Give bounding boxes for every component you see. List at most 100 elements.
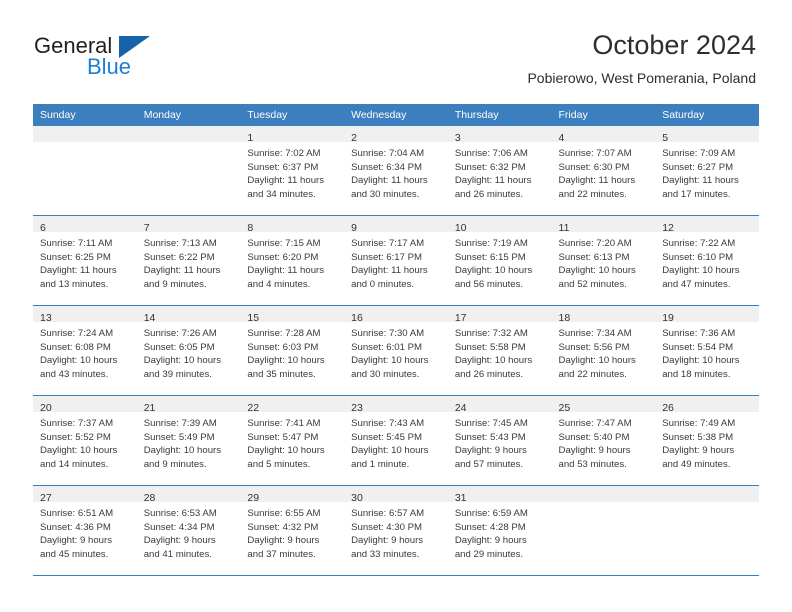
calendar-day-cell[interactable]: 25 Sunrise: 7:47 AM Sunset: 5:40 PM Dayligh… [551, 395, 656, 486]
sunset-text: Sunset: 6:01 PM [351, 341, 423, 353]
calendar-day-cell[interactable]: 27 Sunrise: 6:51 AM Sunset: 4:36 PM Dayligh… [33, 485, 137, 576]
day-number: 12 [662, 222, 674, 234]
sunset-text: Sunset: 6:32 PM [454, 161, 526, 173]
daylight-text-line2: and 5 minutes. [247, 458, 311, 470]
calendar-day-cell[interactable]: 1 Sunrise: 7:02 AM Sunset: 6:37 PM Daylight… [240, 126, 345, 216]
calendar-day-cell[interactable]: 5 Sunrise: 7:09 AM Sunset: 6:27 PM Daylight… [655, 126, 759, 216]
day-number-bar [551, 486, 656, 502]
day-number: 13 [40, 312, 52, 324]
calendar-day-cell[interactable]: 17 Sunrise: 7:32 AM Sunset: 5:58 PM Dayligh… [447, 305, 552, 396]
weekday-header-row: Sunday Monday Tuesday Wednesday Thursday Frid… [33, 104, 759, 126]
day-number: 18 [558, 312, 571, 324]
day-number: 4 [558, 132, 565, 144]
calendar-day-cell[interactable]: 30 Sunrise: 6:57 AM Sunset: 4:30 PM Dayligh… [344, 485, 448, 576]
calendar-day-cell[interactable]: 19 Sunrise: 7:36 AM Sunset: 5:54 PM Dayligh… [655, 305, 759, 396]
daylight-text-line2: and 33 minutes. [351, 548, 420, 560]
day-number-bar: 17 [447, 306, 552, 324]
daylight-text-line2: and 30 minutes. [351, 368, 420, 380]
calendar-grid: Sunday Monday Tuesday Wednesday Thursday Frid… [33, 104, 759, 576]
daylight-text-line1: Daylight: 10 hours [662, 265, 740, 277]
day-details: Sunrise: 7:09 AM Sunset: 6:27 PM Daylight:… [655, 142, 759, 201]
calendar-day-cell[interactable]: 20 Sunrise: 7:37 AM Sunset: 5:52 PM Dayligh… [33, 395, 137, 486]
calendar-day-cell[interactable]: 6 Sunrise: 7:11 AM Sunset: 6:25 PM Daylight… [33, 215, 137, 306]
daylight-text-line1: Daylight: 11 hours [662, 175, 739, 187]
sunset-text: Sunset: 6:03 PM [247, 341, 319, 353]
sunset-text: Sunset: 5:56 PM [558, 341, 630, 353]
sunset-text: Sunset: 4:32 PM [247, 521, 319, 533]
day-number-bar [136, 126, 241, 142]
calendar-cell-empty [655, 485, 759, 576]
daylight-text-line1: Daylight: 10 hours [558, 355, 636, 367]
calendar-day-cell[interactable]: 28 Sunrise: 6:53 AM Sunset: 4:34 PM Dayligh… [136, 485, 241, 576]
calendar-page: General Blue October 2024 Pobierowo, Wes… [0, 0, 792, 612]
page-header: General Blue October 2024 Pobierowo, Wes… [0, 0, 792, 100]
day-number: 17 [454, 312, 467, 324]
daylight-text-line1: Daylight: 11 hours [558, 175, 636, 187]
calendar-day-cell[interactable]: 10 Sunrise: 7:19 AM Sunset: 6:15 PM Dayligh… [447, 215, 552, 306]
calendar-day-cell[interactable]: 23 Sunrise: 7:43 AM Sunset: 5:45 PM Dayligh… [344, 395, 448, 486]
sunrise-text: Sunrise: 7:36 AM [662, 328, 736, 339]
daylight-text-line2: and 37 minutes. [247, 548, 316, 560]
sunset-text: Sunset: 5:54 PM [662, 341, 734, 353]
day-details: Sunrise: 7:47 AM Sunset: 5:40 PM Daylight:… [552, 412, 656, 471]
weekday-header-tuesday: Tuesday [240, 104, 345, 126]
day-number-bar: 1 [240, 126, 345, 144]
day-number-bar: 21 [136, 396, 241, 414]
calendar-day-cell[interactable]: 22 Sunrise: 7:41 AM Sunset: 5:47 PM Dayligh… [240, 395, 345, 486]
calendar-week-row: 6 Sunrise: 7:11 AM Sunset: 6:25 PM Daylight… [33, 215, 759, 306]
calendar-day-cell[interactable]: 21 Sunrise: 7:39 AM Sunset: 5:49 PM Dayligh… [136, 395, 241, 486]
sunrise-text: Sunrise: 7:24 AM [40, 328, 114, 339]
sunset-text: Sunset: 4:36 PM [40, 521, 111, 533]
calendar-day-cell[interactable]: 11 Sunrise: 7:20 AM Sunset: 6:13 PM Dayligh… [551, 215, 656, 306]
page-subtitle: Pobierowo, West Pomerania, Poland [527, 70, 756, 86]
daylight-text-line1: Daylight: 10 hours [247, 355, 325, 367]
calendar-day-cell[interactable]: 12 Sunrise: 7:22 AM Sunset: 6:10 PM Dayligh… [655, 215, 759, 306]
day-number: 22 [247, 402, 260, 414]
calendar-day-cell[interactable]: 14 Sunrise: 7:26 AM Sunset: 6:05 PM Dayligh… [136, 305, 241, 396]
calendar-week-row: 13 Sunrise: 7:24 AM Sunset: 6:08 PM Dayligh… [33, 305, 759, 396]
sunset-text: Sunset: 5:58 PM [454, 341, 526, 353]
day-number-bar: 16 [344, 306, 448, 324]
day-details: Sunrise: 7:45 AM Sunset: 5:43 PM Daylight:… [448, 412, 552, 471]
daylight-text-line1: Daylight: 10 hours [247, 445, 325, 457]
calendar-day-cell[interactable]: 2 Sunrise: 7:04 AM Sunset: 6:34 PM Daylight… [344, 126, 448, 216]
day-number-bar: 13 [33, 306, 137, 324]
daylight-text-line1: Daylight: 9 hours [662, 445, 735, 457]
calendar-day-cell[interactable]: 16 Sunrise: 7:30 AM Sunset: 6:01 PM Dayligh… [344, 305, 448, 396]
day-number: 24 [454, 402, 467, 414]
calendar-day-cell[interactable]: 3 Sunrise: 7:06 AM Sunset: 6:32 PM Daylight… [447, 126, 552, 216]
daylight-text-line1: Daylight: 11 hours [40, 265, 117, 277]
generalblue-logo: General Blue [34, 34, 214, 86]
sunrise-text: Sunrise: 7:26 AM [143, 328, 217, 339]
daylight-text-line1: Daylight: 10 hours [143, 445, 222, 457]
sunrise-text: Sunrise: 6:51 AM [40, 508, 114, 519]
daylight-text-line1: Daylight: 10 hours [143, 355, 222, 367]
day-number-bar: 25 [551, 396, 656, 414]
sunrise-text: Sunrise: 6:59 AM [454, 508, 528, 519]
daylight-text-line1: Daylight: 9 hours [247, 535, 320, 547]
calendar-day-cell[interactable]: 24 Sunrise: 7:45 AM Sunset: 5:43 PM Dayligh… [447, 395, 552, 486]
sunrise-text: Sunrise: 6:53 AM [143, 508, 217, 519]
calendar-day-cell[interactable]: 26 Sunrise: 7:49 AM Sunset: 5:38 PM Dayligh… [655, 395, 759, 486]
day-details: Sunrise: 7:43 AM Sunset: 5:45 PM Daylight:… [344, 412, 448, 471]
day-details: Sunrise: 6:51 AM Sunset: 4:36 PM Daylight:… [33, 502, 137, 561]
daylight-text-line1: Daylight: 9 hours [143, 535, 216, 547]
calendar-day-cell[interactable]: 15 Sunrise: 7:28 AM Sunset: 6:03 PM Dayligh… [240, 305, 345, 396]
daylight-text-line2: and 26 minutes. [454, 188, 524, 200]
calendar-day-cell[interactable]: 31 Sunrise: 6:59 AM Sunset: 4:28 PM Dayligh… [447, 485, 552, 576]
calendar-day-cell[interactable]: 7 Sunrise: 7:13 AM Sunset: 6:22 PM Daylight… [136, 215, 241, 306]
calendar-day-cell[interactable]: 9 Sunrise: 7:17 AM Sunset: 6:17 PM Daylight… [344, 215, 448, 306]
calendar-day-cell[interactable]: 4 Sunrise: 7:07 AM Sunset: 6:30 PM Daylight… [551, 126, 656, 216]
daylight-text-line2: and 9 minutes. [143, 278, 207, 290]
day-number-bar: 2 [344, 126, 448, 144]
sunrise-text: Sunrise: 7:20 AM [558, 238, 632, 249]
sunrise-text: Sunrise: 7:49 AM [662, 418, 736, 429]
calendar-day-cell[interactable]: 29 Sunrise: 6:55 AM Sunset: 4:32 PM Dayligh… [240, 485, 345, 576]
sunrise-text: Sunrise: 7:15 AM [247, 238, 321, 249]
calendar-header-row: Sunday Monday Tuesday Wednesday Thursday Frid… [33, 104, 759, 126]
calendar-day-cell[interactable]: 13 Sunrise: 7:24 AM Sunset: 6:08 PM Dayligh… [33, 305, 137, 396]
daylight-text-line2: and 52 minutes. [558, 278, 627, 290]
calendar-day-cell[interactable]: 8 Sunrise: 7:15 AM Sunset: 6:20 PM Daylight… [240, 215, 345, 306]
calendar-day-cell[interactable]: 18 Sunrise: 7:34 AM Sunset: 5:56 PM Dayligh… [551, 305, 656, 396]
day-details [33, 142, 137, 147]
